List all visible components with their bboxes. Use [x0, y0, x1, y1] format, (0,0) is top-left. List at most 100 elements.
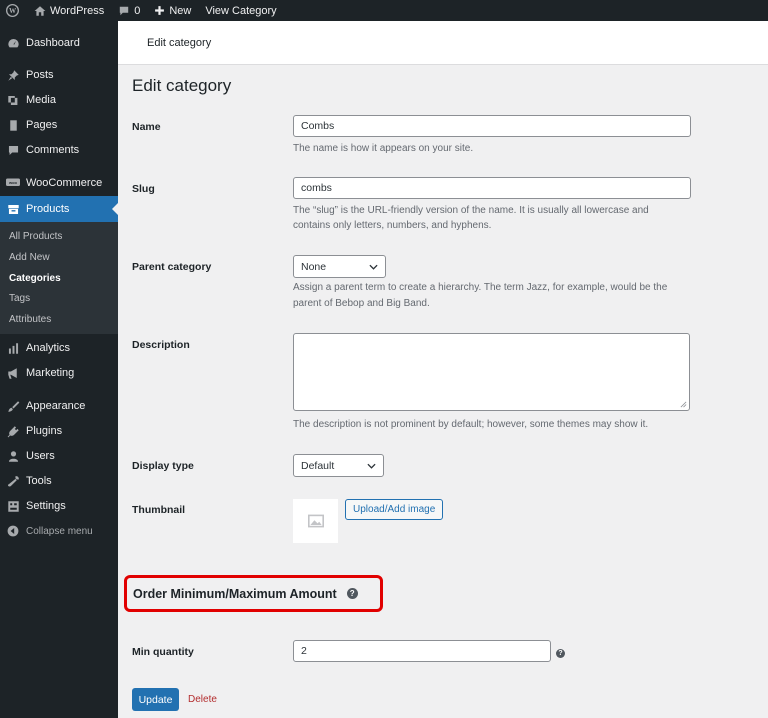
woo-icon: woo: [0, 178, 26, 188]
svg-text:W: W: [9, 7, 17, 15]
name-label: Name: [132, 121, 161, 133]
min-quantity-label: Min quantity: [132, 646, 194, 658]
sidebar-item-label: Media: [26, 94, 56, 106]
products-icon: [0, 203, 26, 216]
submenu-all-products[interactable]: All Products: [9, 231, 62, 242]
name-help: The name is how it appears on your site.: [293, 143, 474, 154]
sidebar-item-label: Comments: [26, 144, 80, 156]
name-input[interactable]: Combs: [293, 115, 691, 137]
sidebar-item-comments[interactable]: Comments: [0, 137, 118, 163]
sidebar-item-label: Settings: [26, 500, 66, 512]
plus-icon: [155, 6, 165, 15]
sidebar-item-label: Appearance: [26, 400, 86, 412]
sidebar-item-dashboard[interactable]: Dashboard: [0, 30, 118, 56]
delete-link[interactable]: Delete: [188, 694, 217, 705]
submenu-attributes[interactable]: Attributes: [9, 314, 51, 325]
sidebar-item-label: Users: [26, 450, 55, 462]
home-icon: [34, 5, 46, 16]
sidebar-item-label: Products: [26, 203, 70, 215]
site-name-link[interactable]: WordPress: [27, 0, 111, 21]
sidebar-item-settings[interactable]: Settings: [0, 493, 118, 519]
products-submenu: All Products Add New Categories Tags Att…: [0, 220, 118, 334]
plugin-icon: [0, 425, 26, 438]
parent-category-label: Parent category: [132, 261, 212, 273]
sidebar-item-media[interactable]: Media: [0, 87, 118, 113]
slug-label: Slug: [132, 183, 155, 195]
collapse-label: Collapse menu: [26, 525, 93, 537]
upload-image-button[interactable]: Upload/Add image: [345, 499, 444, 520]
sidebar-item-users[interactable]: Users: [0, 443, 118, 469]
thumbnail-placeholder: [293, 499, 338, 543]
sidebar-item-label: Dashboard: [26, 37, 80, 49]
sidebar-item-label: Pages: [26, 119, 58, 131]
analytics-icon: [0, 342, 26, 355]
page-header: Edit category: [118, 21, 768, 65]
description-label: Description: [132, 339, 190, 351]
brush-icon: [0, 400, 26, 413]
slug-help-line-1: The “slug” is the URL-friendly version o…: [293, 205, 649, 216]
submenu-categories[interactable]: Categories: [9, 273, 61, 284]
sidebar-item-analytics[interactable]: Analytics: [0, 335, 118, 361]
pages-icon: [0, 119, 26, 132]
min-quantity-input[interactable]: 2: [293, 640, 551, 662]
chevron-down-icon: [369, 264, 378, 270]
display-type-label: Display type: [132, 460, 194, 472]
sidebar-item-marketing[interactable]: Marketing: [0, 360, 118, 386]
description-textarea[interactable]: [293, 333, 690, 411]
wrench-icon: [0, 475, 26, 488]
sidebar-item-label: Marketing: [26, 367, 75, 379]
parent-help-line-2: parent of Bebop and Big Band.: [293, 298, 430, 309]
sidebar-item-pages[interactable]: Pages: [0, 112, 118, 138]
sidebar-item-products[interactable]: Products: [0, 196, 118, 222]
display-type-select[interactable]: Default: [293, 454, 384, 477]
pin-icon: [0, 69, 26, 82]
resize-handle-icon[interactable]: [680, 401, 687, 408]
collapse-arrow-icon: [0, 525, 26, 537]
user-icon: [0, 450, 26, 463]
dashboard-icon: [0, 37, 26, 50]
section-title: Order Minimum/Maximum Amount: [133, 586, 337, 601]
comments-link[interactable]: 0: [111, 0, 147, 21]
comments-icon: [0, 144, 26, 157]
display-type-value: Default: [301, 459, 335, 472]
sidebar-item-label: Posts: [26, 69, 54, 81]
sidebar-item-posts[interactable]: Posts: [0, 62, 118, 88]
sidebar-item-appearance[interactable]: Appearance: [0, 393, 118, 419]
collapse-menu-button[interactable]: Collapse menu: [0, 518, 118, 544]
sidebar-item-label: WooCommerce: [26, 177, 103, 189]
help-icon[interactable]: ?: [556, 649, 565, 658]
thumbnail-label: Thumbnail: [132, 504, 186, 516]
site-name: WordPress: [50, 4, 105, 17]
sidebar-item-label: Plugins: [26, 425, 63, 437]
help-icon[interactable]: ?: [346, 588, 358, 599]
sidebar-item-tools[interactable]: Tools: [0, 468, 118, 494]
new-content-link[interactable]: New: [147, 0, 198, 21]
breadcrumb: Edit category: [147, 37, 212, 49]
section-highlight: Order Minimum/Maximum Amount ?: [124, 575, 383, 612]
media-icon: [0, 94, 26, 107]
sidebar-item-label: Analytics: [26, 342, 71, 354]
sidebar-item-plugins[interactable]: Plugins: [0, 418, 118, 444]
slug-help-line-2: contains only letters, numbers, and hyph…: [293, 220, 492, 231]
slug-input[interactable]: combs: [293, 177, 691, 199]
view-category-link[interactable]: View Category: [198, 0, 283, 21]
wordpress-logo-icon[interactable]: W: [0, 0, 27, 21]
comment-bubble-icon: [120, 6, 129, 15]
description-help: The description is not prominent by defa…: [293, 419, 649, 430]
svg-text:woo: woo: [8, 180, 18, 185]
megaphone-icon: [0, 367, 26, 380]
update-button[interactable]: Update: [132, 688, 179, 711]
admin-bar: W WordPress 0 New View Category: [0, 0, 768, 21]
image-placeholder-icon: [307, 514, 324, 528]
page-title: Edit category: [132, 76, 232, 95]
settings-icon: [0, 500, 26, 513]
chevron-down-icon: [367, 463, 376, 469]
submenu-add-new[interactable]: Add New: [9, 252, 50, 263]
new-label: New: [169, 4, 192, 17]
comments-count: 0: [134, 4, 141, 17]
submenu-tags[interactable]: Tags: [9, 293, 30, 304]
sidebar-item-label: Tools: [26, 475, 52, 487]
parent-category-select[interactable]: None: [293, 255, 386, 278]
parent-category-value: None: [301, 260, 327, 273]
sidebar-item-woocommerce[interactable]: woo WooCommerce: [0, 170, 118, 196]
